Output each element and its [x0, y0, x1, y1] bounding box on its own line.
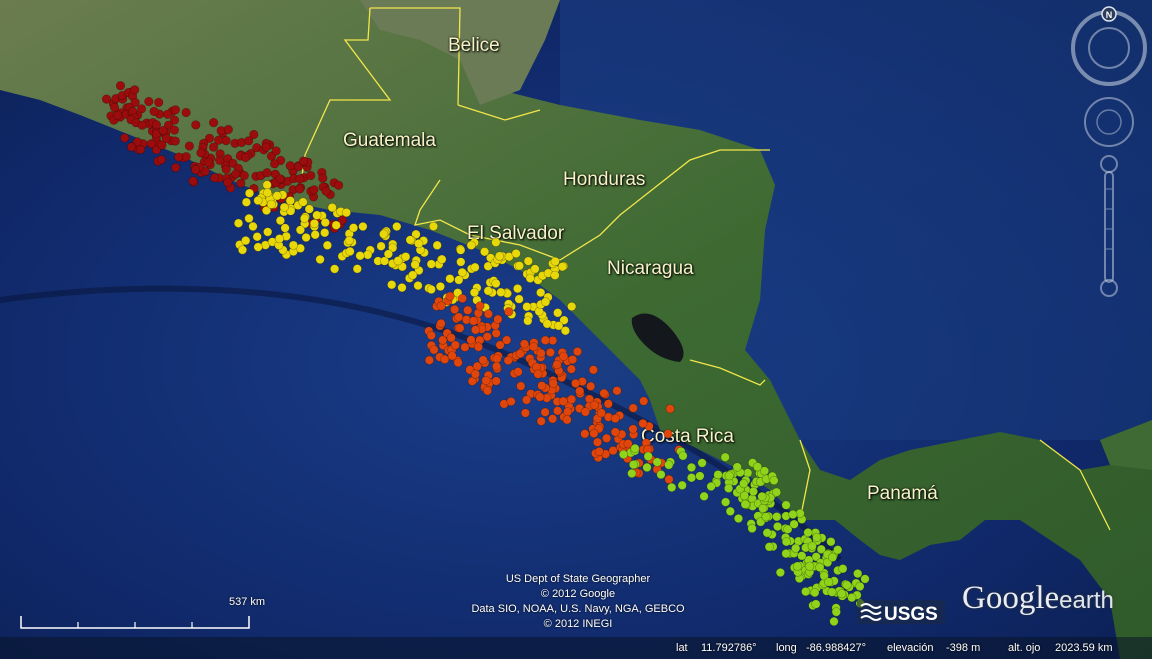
- long-value: -86.988427°: [806, 642, 867, 654]
- compass-ring-icon[interactable]: N: [1071, 6, 1147, 86]
- country-label-nicaragua: Nicaragua: [607, 258, 694, 279]
- lat-value: 11.792786°: [701, 642, 757, 654]
- eye-alt-label: alt. ojo: [1008, 642, 1041, 654]
- country-label-panama: Panamá: [867, 483, 938, 504]
- earth-wordmark: earth: [1059, 587, 1114, 614]
- country-label-el-salvador: El Salvador: [467, 223, 565, 244]
- country-label-guatemala: Guatemala: [343, 130, 436, 151]
- google-earth-logo: Googleearth: [962, 580, 1114, 617]
- map-credits: US Dept of State Geographer © 2012 Googl…: [438, 572, 718, 632]
- country-label-belice: Belice: [448, 35, 500, 56]
- elevation-label: elevación: [887, 642, 934, 654]
- credit-line: Data SIO, NOAA, U.S. Navy, NGA, GEBCO: [471, 603, 685, 615]
- country-label-honduras: Honduras: [563, 169, 646, 190]
- credit-line: © 2012 INEGI: [543, 618, 613, 630]
- google-wordmark: Google: [962, 580, 1060, 616]
- elevation-value: -398 m: [946, 642, 981, 654]
- scale-label: 537 km: [229, 596, 266, 608]
- usgs-logo: USGS: [857, 600, 945, 625]
- lat-label: lat: [676, 642, 688, 654]
- long-label: long: [776, 642, 797, 654]
- credit-line: US Dept of State Geographer: [505, 573, 651, 585]
- eye-alt-value: 2023.59 km: [1055, 642, 1113, 654]
- zoom-slider-icon[interactable]: [1100, 155, 1118, 297]
- look-joystick-icon[interactable]: [1084, 97, 1134, 147]
- credit-line: © 2012 Google: [540, 588, 616, 600]
- north-indicator: N: [1106, 10, 1113, 20]
- scale-bar: [20, 616, 250, 629]
- usgs-logo-text: USGS: [884, 604, 938, 625]
- map-view[interactable]: [0, 0, 1152, 659]
- navigation-controls[interactable]: N: [1068, 4, 1150, 304]
- country-label-costa-rica: Costa Rica: [641, 426, 734, 447]
